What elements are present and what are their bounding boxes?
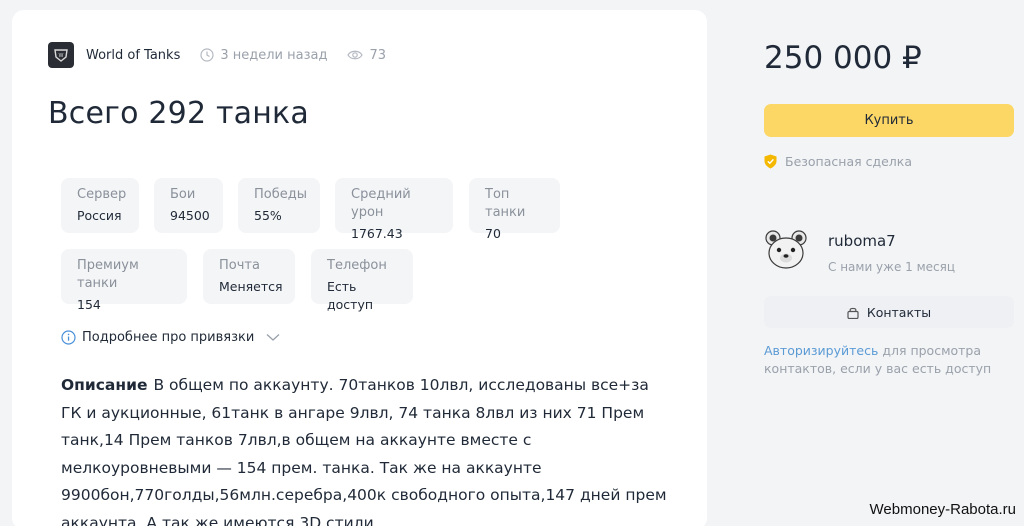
clock-icon bbox=[200, 48, 214, 62]
binding-details-toggle[interactable]: Подробнее про привязки bbox=[61, 330, 280, 345]
stat-wins: Победы 55% bbox=[238, 178, 320, 233]
contacts-label: Контакты bbox=[866, 304, 932, 320]
view-count: 73 bbox=[347, 48, 386, 63]
stat-email: Почта Меняется bbox=[203, 249, 295, 304]
contacts-button[interactable]: Контакты bbox=[764, 296, 1014, 328]
stat-label: Бои bbox=[170, 187, 196, 202]
buy-button[interactable]: Купить bbox=[764, 104, 1014, 137]
stat-server: Сервер Россия bbox=[61, 178, 139, 233]
stat-value: 1767.43 bbox=[351, 226, 403, 241]
chevron-down-icon bbox=[266, 334, 280, 341]
stat-avg-damage: Средний урон 1767.43 bbox=[335, 178, 453, 241]
seller-avatar[interactable] bbox=[764, 228, 808, 272]
page-title: Всего 292 танка bbox=[48, 96, 309, 131]
stat-value: Россия bbox=[77, 208, 122, 223]
posted-time-text: 3 недели назад bbox=[220, 47, 328, 63]
stat-premium-tanks: Премиум танки 154 bbox=[61, 249, 187, 312]
safe-deal: Безопасная сделка bbox=[764, 154, 912, 169]
stat-label: Премиум танки bbox=[77, 258, 139, 291]
stat-value: Меняется bbox=[219, 279, 283, 294]
stat-label: Сервер bbox=[77, 187, 127, 202]
eye-icon bbox=[347, 50, 364, 60]
description: Описание В общем по аккаунту. 70танков 10… bbox=[61, 372, 671, 526]
description-text: В общем по аккаунту. 70танков 10лвл, исс… bbox=[61, 376, 667, 526]
stat-phone: Телефон Есть доступ bbox=[311, 249, 413, 312]
stat-label: Средний урон bbox=[351, 187, 411, 220]
shield-icon bbox=[764, 154, 777, 169]
posted-time: 3 недели назад bbox=[200, 48, 327, 63]
stat-value: 94500 bbox=[170, 208, 210, 223]
binding-details-label: Подробнее про привязки bbox=[82, 330, 255, 345]
stat-top-tanks: Топ танки 70 bbox=[469, 178, 560, 241]
login-link[interactable]: Авторизируйтесь bbox=[764, 343, 878, 358]
stat-label: Топ танки bbox=[485, 187, 526, 220]
listing-meta: W World of Tanks 3 недели назад 73 bbox=[48, 42, 386, 68]
wot-logo-icon[interactable]: W bbox=[48, 42, 74, 68]
seller-since: С нами уже 1 месяц bbox=[828, 260, 956, 274]
svg-text:W: W bbox=[59, 53, 64, 59]
stat-label: Телефон bbox=[327, 258, 387, 273]
stat-value: 70 bbox=[485, 226, 501, 241]
view-count-text: 73 bbox=[369, 47, 387, 63]
info-icon bbox=[61, 330, 76, 345]
game-name[interactable]: World of Tanks bbox=[86, 48, 180, 63]
price: 250 000 ₽ bbox=[764, 40, 922, 76]
watermark: Webmoney-Rabota.ru bbox=[869, 501, 1016, 518]
stat-value: 154 bbox=[77, 297, 101, 312]
stat-value: Есть доступ bbox=[327, 279, 374, 312]
auth-note: Авторизируйтесь для просмотра контактов,… bbox=[764, 342, 1014, 378]
seller-name[interactable]: ruboma7 bbox=[828, 232, 896, 250]
stat-label: Почта bbox=[219, 258, 260, 273]
stat-value: 55% bbox=[254, 208, 282, 223]
stat-label: Победы bbox=[254, 187, 307, 202]
description-title: Описание bbox=[61, 376, 148, 394]
safe-deal-text: Безопасная сделка bbox=[785, 154, 912, 169]
bear-avatar-icon bbox=[765, 230, 807, 269]
stat-battles: Бои 94500 bbox=[154, 178, 223, 233]
lock-icon bbox=[847, 307, 859, 319]
